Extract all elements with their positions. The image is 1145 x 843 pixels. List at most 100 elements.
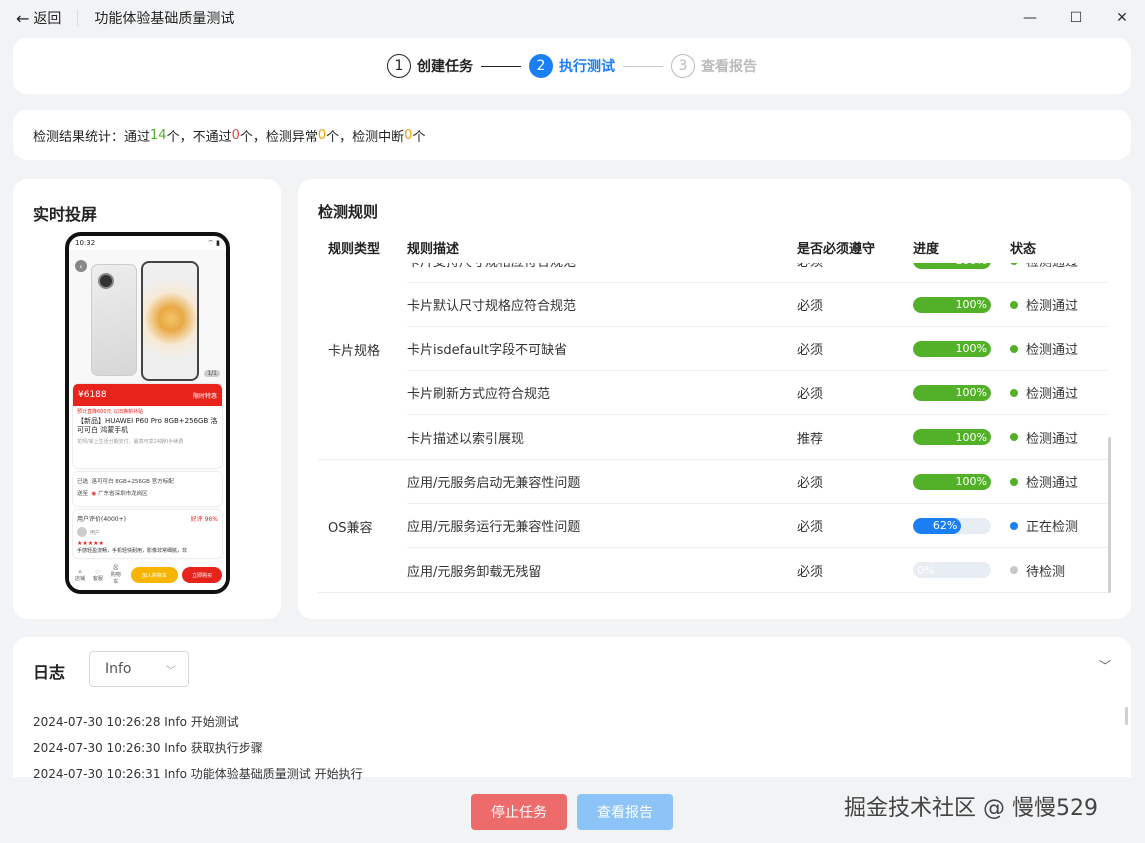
rule-group: 卡片规格卡片支持尺寸规格应符合规范必须100%检测通过卡片默认尺寸规格应符合规范… bbox=[318, 263, 1108, 460]
view-report-button[interactable]: 查看报告 bbox=[577, 794, 673, 830]
progress-bar: 100% bbox=[913, 473, 991, 490]
rule-required: 必须 bbox=[797, 564, 824, 580]
spec-ship: 广东省深圳市龙岗区 bbox=[98, 491, 148, 497]
log-panel: 日志 Info ﹀ ﹀ 2024-07-30 10:26:28 Info 开始测… bbox=[13, 637, 1131, 781]
step-label: 查看报告 bbox=[701, 59, 757, 75]
phone-status-bar: 10:32 ⌔ ▮ bbox=[69, 236, 226, 250]
stats-text: 个，不通过 bbox=[166, 129, 232, 145]
buy-now-button[interactable]: 立即购买 bbox=[182, 567, 222, 583]
log-lines: 2024-07-30 10:26:28 Info 开始测试 2024-07-30… bbox=[33, 709, 363, 787]
arrow-left-icon: ← bbox=[16, 8, 30, 28]
stop-task-button[interactable]: 停止任务 bbox=[471, 794, 567, 830]
rule-description: 卡片isdefault字段不可缺省 bbox=[407, 343, 568, 358]
shop-icon[interactable]: ⌂ 店铺 bbox=[73, 569, 87, 582]
column-header: 进度 bbox=[913, 241, 940, 257]
status-dot-icon bbox=[1010, 433, 1018, 441]
progress-cell: 100% bbox=[913, 263, 1010, 269]
table-row[interactable]: 卡片支持尺寸规格应符合规范必须100% 检测通过 bbox=[407, 263, 1108, 283]
star-rating: ★★★★★ bbox=[77, 540, 104, 547]
progress-bar: 100% bbox=[913, 384, 991, 401]
status-dot-icon bbox=[1010, 300, 1018, 309]
table-row[interactable]: 应用/元服务启动无兼容性问题 必须 100% 检测通过 bbox=[407, 460, 1108, 504]
progress-label: 100% bbox=[913, 263, 991, 269]
step-create-task: 1 创建任务 bbox=[387, 54, 473, 78]
step-connector bbox=[623, 65, 663, 67]
review-title: 用户评价(4000+) bbox=[77, 516, 126, 523]
stats-prefix: 检测结果统计：通过 bbox=[33, 129, 151, 145]
stats-text: 个 bbox=[412, 129, 426, 145]
progress-label: 100% bbox=[955, 475, 987, 488]
rule-required: 必须 bbox=[797, 263, 913, 270]
table-row[interactable]: 卡片刷新方式应符合规范 必须 100% 检测通过 bbox=[407, 371, 1108, 415]
scrollbar[interactable] bbox=[1108, 437, 1111, 593]
table-row[interactable]: 卡片isdefault字段不可缺省 必须 100% 检测通过 bbox=[407, 327, 1108, 371]
rule-description: 卡片刷新方式应符合规范 bbox=[407, 387, 551, 402]
product-sub: 花呗/掌上生活分期支付，最高可享24期0手续费 bbox=[77, 439, 184, 445]
divider bbox=[77, 10, 79, 26]
rule-description: 应用/元服务卸载无残留 bbox=[407, 564, 542, 580]
log-line: 2024-07-30 10:26:28 Info 开始测试 bbox=[33, 715, 239, 729]
minimize-button[interactable]: — bbox=[1007, 0, 1053, 36]
status-badge: 检测通过 bbox=[1010, 295, 1108, 314]
column-header: 规则类型 bbox=[328, 241, 381, 257]
progress-cell: 100% bbox=[913, 429, 1010, 445]
phone-back-image bbox=[91, 264, 137, 376]
status-dot-icon bbox=[1010, 344, 1018, 353]
collapse-chevron-icon[interactable]: ﹀ bbox=[1099, 657, 1111, 674]
avatar bbox=[77, 527, 87, 537]
phone-bottom-bar: ⌂ 店铺 ◌ 客服 ⛒ 购物车 加入购物车 立即购买 bbox=[69, 560, 226, 590]
scrollbar[interactable] bbox=[1125, 707, 1128, 725]
status-dot-icon bbox=[1010, 388, 1018, 397]
spec-ship-label: 送至 bbox=[77, 491, 89, 497]
table-row[interactable]: 卡片默认尺寸规格应符合规范 必须 100% 检测通过 bbox=[407, 283, 1108, 327]
step-number: 1 bbox=[387, 54, 411, 78]
table-row[interactable]: 卡片描述以索引展现 推荐 100% 检测通过 bbox=[407, 415, 1108, 459]
phone-screen[interactable]: 10:32 ⌔ ▮ ‹ 1/1 ¥6188 限时特惠 预计直降600元 以旧换新… bbox=[65, 232, 230, 594]
progress-label: 0% bbox=[917, 563, 935, 577]
stats-text: 个，检测异常 bbox=[239, 129, 318, 145]
phone-status-icons: ⌔ ▮ bbox=[207, 238, 220, 247]
cart-icon[interactable]: ⛒ 购物车 bbox=[109, 565, 123, 585]
progress-cell: 100% bbox=[913, 340, 1010, 357]
rule-required: 必须 bbox=[797, 520, 824, 535]
status-badge: 检测通过 bbox=[1010, 263, 1108, 270]
table-row[interactable]: 应用/元服务运行无兼容性问题 必须 62% 正在检测 bbox=[407, 504, 1108, 548]
step-number: 2 bbox=[529, 54, 553, 78]
review-text: 手感轻盈流畅，手机轻快耐用，影像非常细腻，非 bbox=[77, 548, 188, 554]
price-tag: 限时特惠 bbox=[192, 392, 217, 400]
add-to-cart-button[interactable]: 加入购物车 bbox=[130, 567, 179, 583]
pass-count: 14 bbox=[150, 127, 167, 143]
price-banner: ¥6188 限时特惠 bbox=[73, 384, 222, 406]
maximize-button[interactable]: ☐ bbox=[1053, 0, 1099, 36]
price-card: ¥6188 限时特惠 预计直降600元 以旧换新补贴 【新品】HUAWEI P6… bbox=[73, 384, 222, 468]
column-header: 状态 bbox=[1010, 241, 1037, 257]
rule-required: 必须 bbox=[797, 299, 824, 314]
status-badge: 正在检测 bbox=[1010, 516, 1108, 535]
progress-label: 100% bbox=[955, 386, 987, 399]
status-badge: 检测通过 bbox=[1010, 383, 1108, 402]
log-level-select[interactable]: Info ﹀ bbox=[89, 651, 189, 687]
step-number: 3 bbox=[671, 54, 695, 78]
progress-label: 100% bbox=[955, 298, 987, 311]
progress-cell: 100% bbox=[913, 384, 1010, 401]
close-button[interactable]: ✕ bbox=[1099, 0, 1145, 36]
status-dot-icon bbox=[1010, 263, 1018, 265]
fail-count: 0 bbox=[231, 127, 240, 143]
table-row[interactable]: 应用/元服务卸载无残留 必须 0% 待检测 bbox=[407, 548, 1108, 592]
error-count: 0 bbox=[317, 127, 327, 143]
status-dot-icon bbox=[1010, 566, 1018, 574]
rule-type: OS兼容 bbox=[328, 520, 373, 536]
table-header: 规则类型 规则描述 是否必须遵守 进度 状态 bbox=[318, 231, 1108, 263]
progress-cell: 62% bbox=[913, 517, 1010, 534]
service-icon[interactable]: ◌ 客服 bbox=[91, 569, 105, 582]
interrupt-count: 0 bbox=[404, 127, 413, 143]
progress-bar: 100% bbox=[913, 429, 991, 445]
chevron-down-icon: ﹀ bbox=[166, 665, 176, 677]
status-badge: 检测通过 bbox=[1010, 428, 1108, 447]
back-button[interactable]: ← 返回 bbox=[16, 8, 61, 28]
location-icon: ◉ bbox=[91, 491, 97, 497]
status-text: 检测通过 bbox=[1026, 387, 1079, 402]
status-text: 检测通过 bbox=[1026, 476, 1079, 491]
rules-table-body[interactable]: 卡片规格卡片支持尺寸规格应符合规范必须100%检测通过卡片默认尺寸规格应符合规范… bbox=[318, 263, 1108, 595]
step-label: 执行测试 bbox=[559, 59, 615, 75]
